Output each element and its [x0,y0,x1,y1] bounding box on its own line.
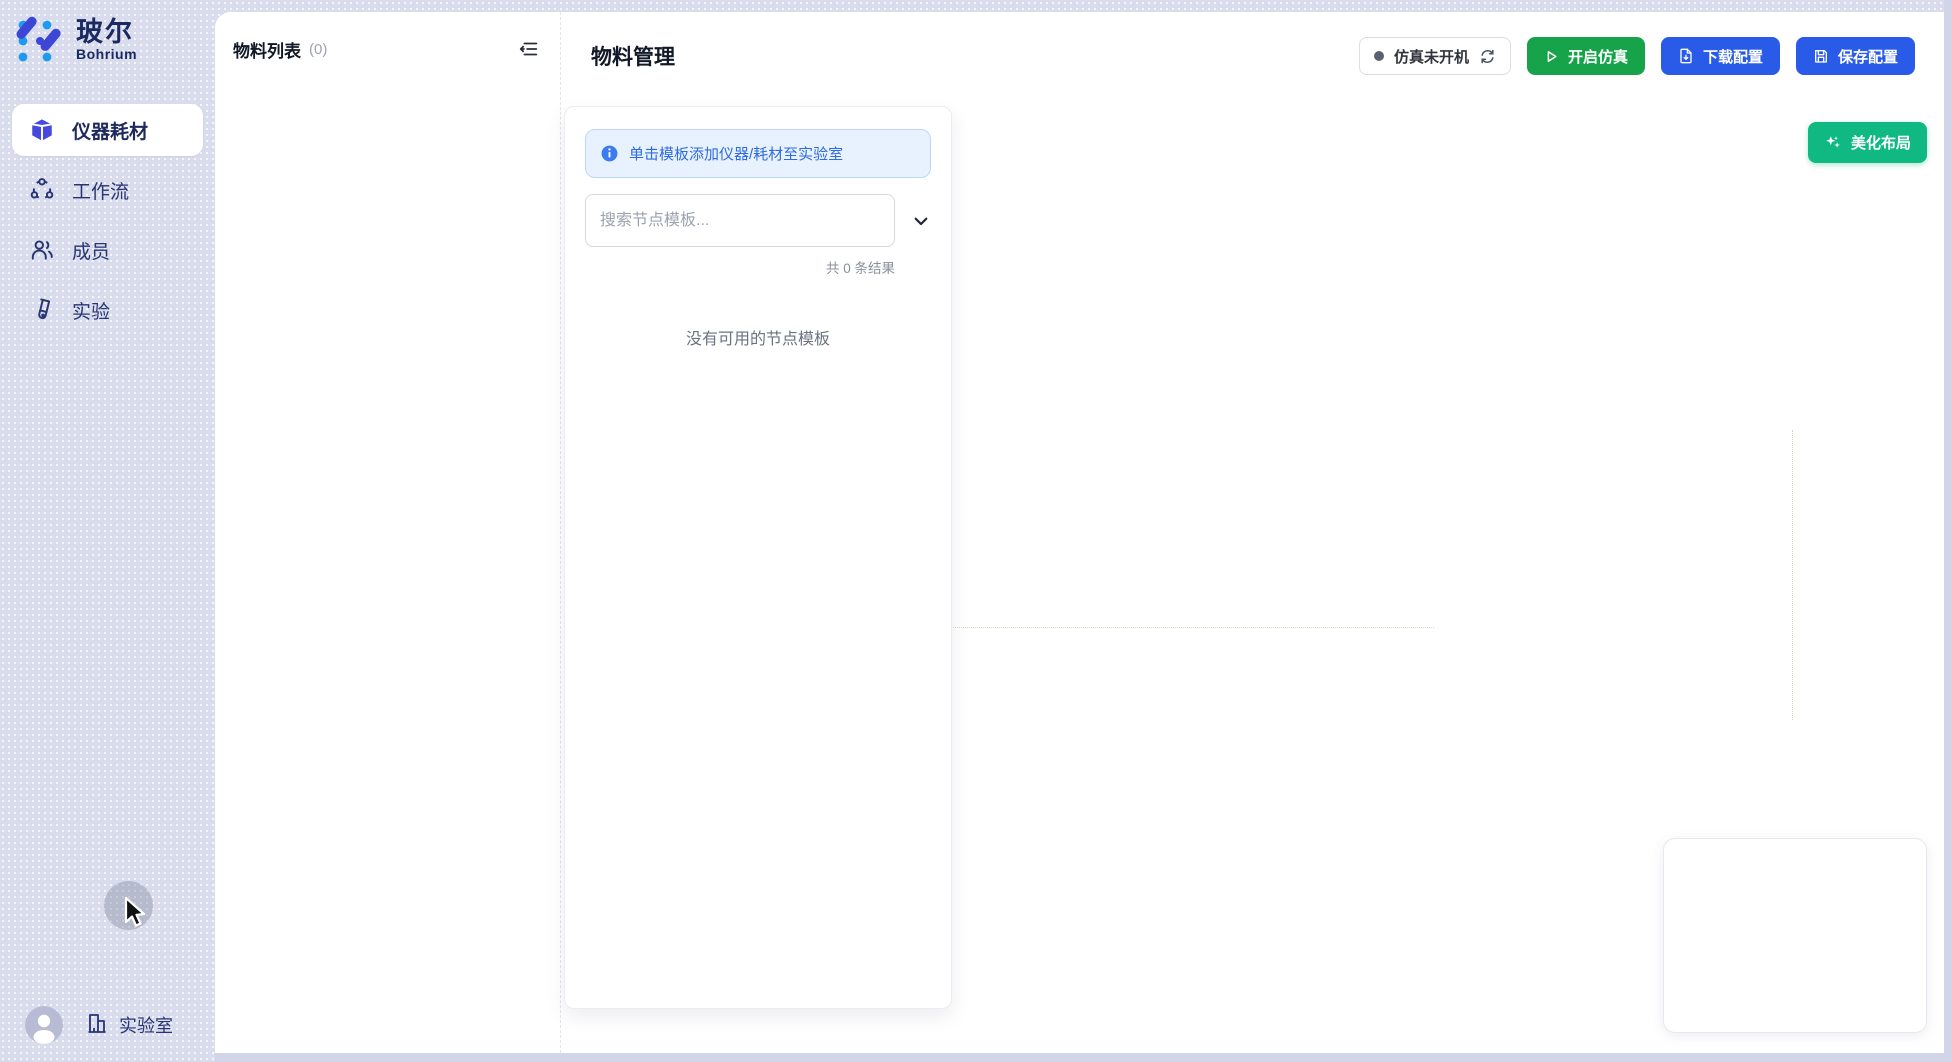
template-hint-text: 单击模板添加仪器/耗材至实验室 [629,143,843,164]
beautify-layout-label: 美化布局 [1851,132,1911,153]
page-title: 物料管理 [591,41,675,71]
simulation-status-text: 仿真未开机 [1394,46,1469,67]
building-icon [85,1011,109,1040]
vertical-scrollbar[interactable] [1944,0,1952,1062]
file-download-icon [1678,48,1694,64]
play-icon [1544,49,1559,64]
template-hint-banner: 单击模板添加仪器/耗材至实验室 [585,129,931,178]
start-simulation-label: 开启仿真 [1568,46,1628,67]
material-list-title: 物料列表 [233,37,301,62]
sidebar-item-label: 成员 [72,237,110,264]
brand-name-zh: 玻尔 [76,18,137,46]
content-area: 物料列表 (0) 物料管理 [215,12,1944,1053]
alignment-guide-vertical [1792,430,1793,720]
cube-icon [29,117,55,143]
material-list-header: 物料列表 (0) [215,12,560,62]
header-controls: 仿真未开机 [1359,37,1915,75]
avatar[interactable] [25,1006,63,1044]
click-ripple [104,881,153,930]
sidebar-footer: 实验室 [25,1006,173,1044]
workflow-icon [29,177,55,203]
material-list-count: (0) [309,41,327,58]
save-config-label: 保存配置 [1838,46,1898,67]
start-simulation-button[interactable]: 开启仿真 [1527,37,1645,75]
brand-logo: 玻尔 Bohrium [0,0,215,64]
material-list-panel: 物料列表 (0) [215,12,561,1053]
brand-text: 玻尔 Bohrium [76,18,137,62]
sidebar-item-experiment[interactable]: 实验 [12,284,203,336]
sparkles-icon [1824,134,1842,152]
info-icon [600,144,619,163]
alignment-guide-horizontal [907,627,1434,628]
collapse-panel-button[interactable] [516,36,542,62]
save-icon [1813,48,1829,64]
template-search-row [585,194,931,247]
horizontal-scrollbar[interactable] [215,1053,1952,1062]
lab-label: 实验室 [119,1012,173,1038]
lab-link[interactable]: 实验室 [85,1011,173,1040]
expand-templates-button[interactable] [912,212,930,230]
download-config-button[interactable]: 下载配置 [1661,37,1780,75]
sidebar-nav: 仪器耗材 工作流 [0,104,215,336]
sidebar-item-instruments[interactable]: 仪器耗材 [12,104,203,156]
refresh-status-button[interactable] [1479,48,1496,65]
experiment-icon [29,297,55,323]
canvas-area[interactable]: 物料管理 仿真未开机 [562,12,1944,1053]
refresh-icon [1479,48,1496,65]
bohrium-logo-icon [16,16,64,64]
app-root: 玻尔 Bohrium 仪器耗材 [0,0,1952,1062]
sidebar-item-label: 实验 [72,297,110,324]
save-config-button[interactable]: 保存配置 [1796,37,1915,75]
status-dot-icon [1374,51,1384,61]
sidebar-item-label: 仪器耗材 [72,117,148,144]
download-config-label: 下载配置 [1703,46,1763,67]
brand-name-en: Bohrium [76,46,137,62]
beautify-layout-button[interactable]: 美化布局 [1808,122,1927,163]
empty-templates-text: 没有可用的节点模板 [565,325,951,349]
sidebar-item-workflow[interactable]: 工作流 [12,164,203,216]
chevron-down-icon [912,212,930,230]
page-header: 物料管理 仿真未开机 [562,12,1944,100]
sidebar-item-label: 工作流 [72,177,129,204]
search-input[interactable] [585,194,895,247]
search-result-count: 共 0 条结果 [585,257,895,277]
minimap-panel[interactable] [1663,838,1927,1033]
node-template-panel: 单击模板添加仪器/耗材至实验室 共 0 条结果 没有可用的节点模板 [564,106,952,1009]
sidebar-item-members[interactable]: 成员 [12,224,203,276]
members-icon [29,237,55,263]
outdent-icon [518,38,540,60]
simulation-status-chip: 仿真未开机 [1359,37,1511,75]
